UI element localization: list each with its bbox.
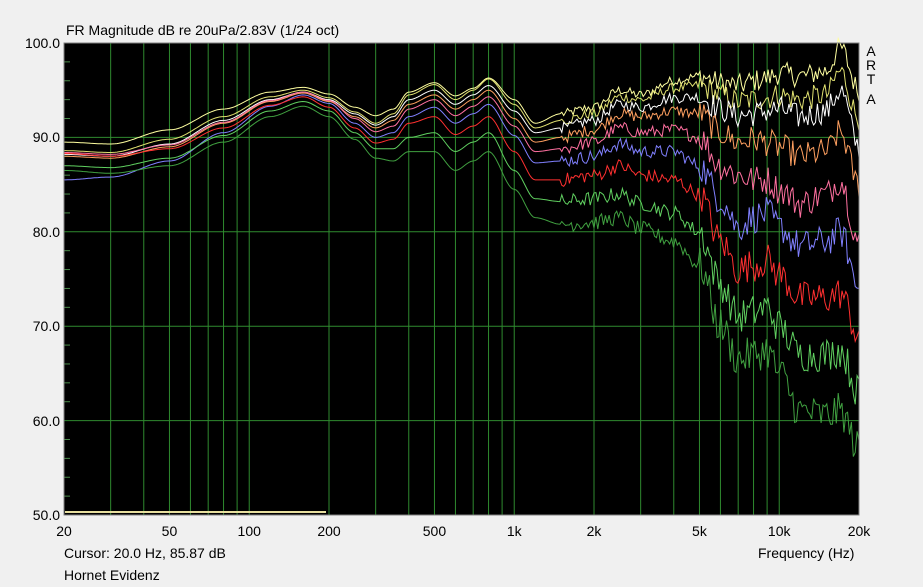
chart-svg: [63, 36, 860, 516]
device-name: Hornet Evidenz: [64, 567, 160, 583]
arta-watermark-a1: A: [866, 43, 876, 59]
x-tick-label: 100: [237, 523, 261, 539]
x-tick-label: 1k: [506, 523, 522, 539]
x-tick-label: 5k: [692, 523, 707, 539]
chart-title: FR Magnitude dB re 20uPa/2.83V (1/24 oct…: [66, 22, 340, 38]
x-tick-label: 10k: [767, 523, 791, 539]
x-tick-label: 200: [317, 523, 341, 539]
arta-watermark-a2: A: [866, 91, 876, 107]
y-tick-label: 70.0: [32, 318, 60, 335]
x-tick-label: 20k: [847, 523, 871, 539]
y-tick-label: 100.0: [24, 35, 60, 51]
x-tick-label: 2k: [586, 523, 602, 539]
y-tick-label: 80.0: [32, 223, 60, 240]
y-tick-label: 60.0: [32, 412, 60, 429]
y-tick-label: 90.0: [32, 129, 60, 146]
x-axis-label: Frequency (Hz): [758, 545, 855, 561]
cursor-readout: Cursor: 20.0 Hz, 85.87 dB: [64, 545, 226, 561]
x-tick-label: 50: [161, 523, 178, 539]
arta-watermark-t: T: [866, 71, 876, 87]
y-tick-label: 50.0: [32, 507, 60, 523]
x-tick-label: 500: [422, 523, 447, 539]
x-tick-label: 20: [56, 523, 72, 539]
arta-watermark-r: R: [865, 57, 877, 73]
